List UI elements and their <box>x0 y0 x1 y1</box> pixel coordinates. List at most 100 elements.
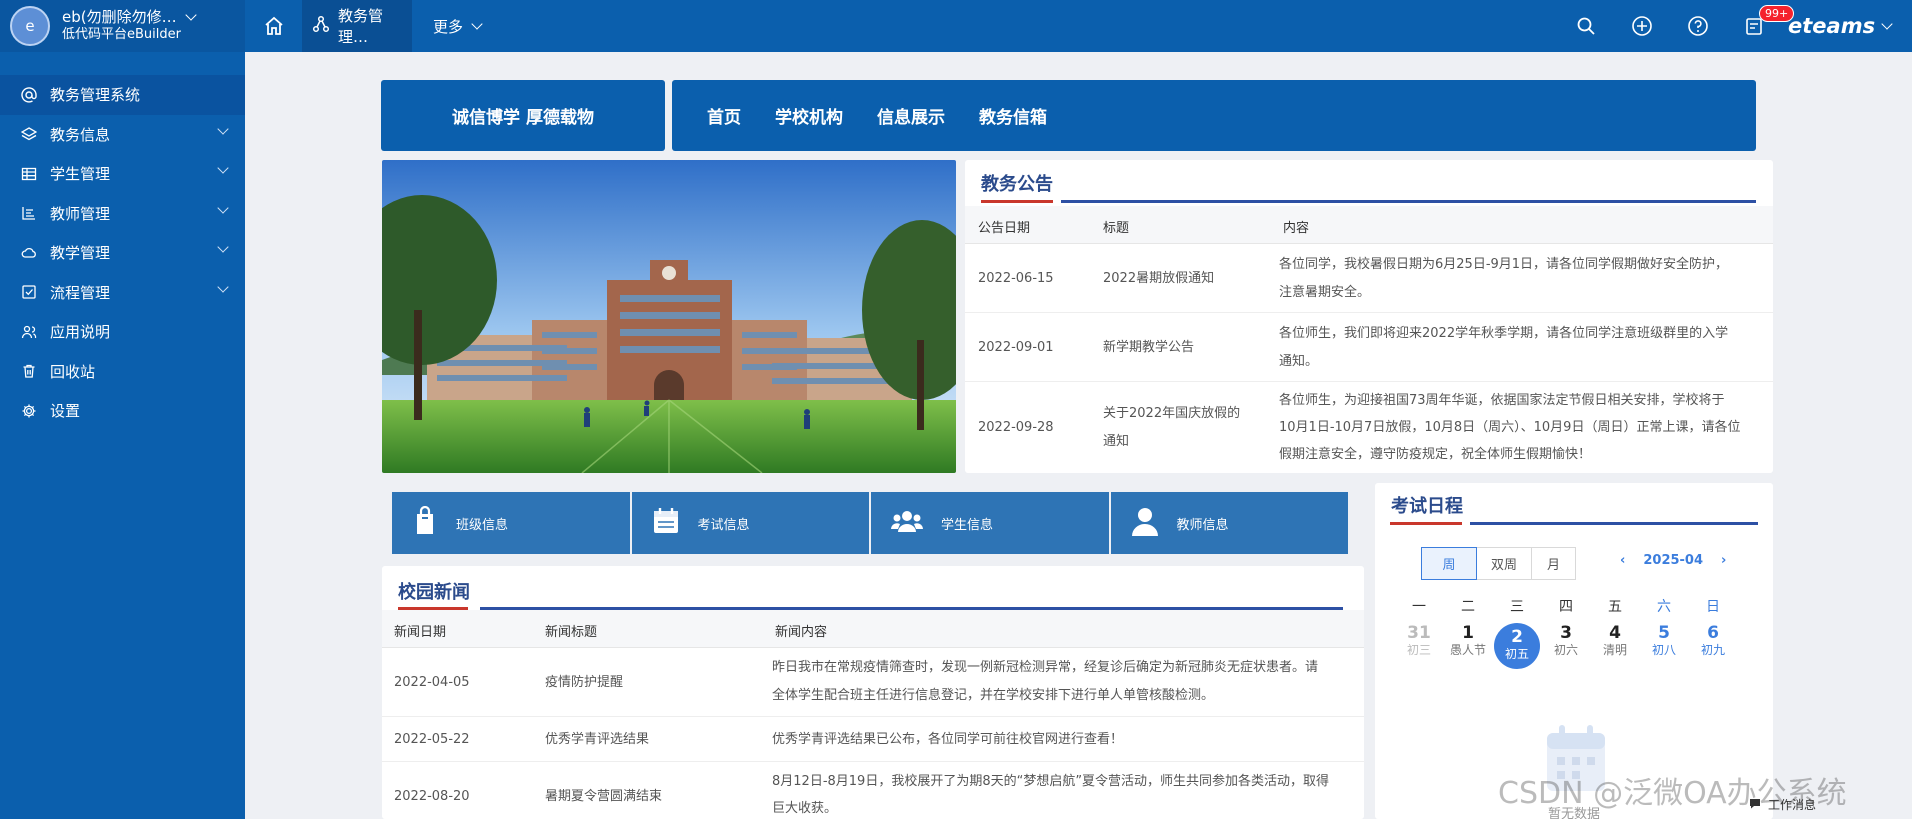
home-icon[interactable] <box>262 14 286 38</box>
notice-table-header: 公告日期 标题 内容 <box>965 206 1773 244</box>
chevron-left-icon[interactable]: ‹ <box>1620 553 1625 568</box>
tile-class-info[interactable]: 班级信息 <box>392 492 630 554</box>
sidebar-item-7[interactable]: 回收站 <box>0 352 245 392</box>
at-icon <box>20 86 38 104</box>
list-icon <box>20 204 38 222</box>
sidebar-item-3[interactable]: 教师管理 <box>0 194 245 234</box>
header-title: 新闻标题 <box>545 625 598 640</box>
tab-academic-affairs[interactable]: 教务管理… <box>302 0 412 52</box>
work-message-button[interactable]: 工作消息 <box>1748 796 1816 813</box>
user-subtitle: 低代码平台eBuilder <box>62 27 181 42</box>
title-underline-red <box>1390 522 1462 525</box>
sidebar-item-label: 教务管理系统 <box>50 86 141 105</box>
avatar[interactable]: e <box>10 6 50 46</box>
sidebar-item-8[interactable]: 设置 <box>0 391 245 431</box>
sidebar-item-label: 学生管理 <box>50 165 111 184</box>
message-icon[interactable]: 99+ <box>1726 0 1795 52</box>
user-menu[interactable]: e eb(勿删除勿修… 低代码平台eBuilder <box>0 0 245 52</box>
school-motto: 诚信博学 厚德载物 <box>381 80 665 151</box>
sidebar-item-1[interactable]: 教务信息 <box>0 115 245 155</box>
work-message-label: 工作消息 <box>1768 798 1817 812</box>
chevron-down-icon <box>217 122 229 135</box>
user-name: eb(勿删除勿修… <box>62 8 177 26</box>
sidebar-item-6[interactable]: 应用说明 <box>0 312 245 352</box>
calendar-day[interactable]: 1 愚人节 <box>1448 623 1488 658</box>
more-menu[interactable]: 更多 <box>433 0 483 52</box>
sidebar-item-label: 教务信息 <box>50 125 111 144</box>
news-panel: 校园新闻 新闻日期 新闻标题 新闻内容 2022-04-05 疫情防护提醒 昨日… <box>382 566 1364 819</box>
sidebar-item-label: 应用说明 <box>50 323 111 342</box>
weekday-label: 五 <box>1608 599 1622 615</box>
news-title: 校园新闻 <box>398 582 470 603</box>
calendar-day-today[interactable]: 2 初五 <box>1494 623 1540 669</box>
weekday-label: 四 <box>1559 599 1573 615</box>
sidebar-item-label: 设置 <box>50 402 81 421</box>
tile-label: 学生信息 <box>941 517 994 533</box>
weekday-label: 一 <box>1412 599 1426 615</box>
table-row[interactable]: 2022-04-05 疫情防护提醒 昨日我市在常规疫情筛查时，发现一例新冠检测异… <box>382 649 1364 717</box>
tile-student-info[interactable]: 学生信息 <box>871 492 1109 554</box>
calendar-day[interactable]: 31 初三 <box>1399 623 1439 658</box>
layers-icon <box>20 125 38 143</box>
header-date: 公告日期 <box>978 221 1031 236</box>
notice-title: 教务公告 <box>981 174 1053 195</box>
sidebar-item-5[interactable]: 流程管理 <box>0 273 245 313</box>
chevron-down-icon <box>217 241 229 253</box>
chevron-down-icon <box>217 280 229 293</box>
tab-label: 教务管理… <box>338 7 384 46</box>
chevron-down-icon <box>217 162 229 174</box>
chat-icon <box>1748 796 1762 813</box>
tile-label: 班级信息 <box>456 517 509 533</box>
header-title: 标题 <box>1103 221 1130 236</box>
gear-icon <box>20 402 38 420</box>
view-month-button[interactable]: 月 <box>1531 547 1576 580</box>
header-content: 内容 <box>1283 221 1310 236</box>
table-row[interactable]: 2022-05-22 优秀学青评选结果 优秀学青评选结果已公布，各位同学可前往校… <box>382 718 1364 762</box>
weekday-label: 三 <box>1510 599 1524 615</box>
portal-nav-institutions[interactable]: 学校机构 <box>775 103 843 128</box>
sidebar-item-2[interactable]: 学生管理 <box>0 154 245 194</box>
add-icon[interactable] <box>1614 0 1670 52</box>
chevron-down-icon <box>471 18 483 30</box>
tile-teacher-info[interactable]: 教师信息 <box>1110 492 1348 554</box>
portal-nav-info[interactable]: 信息展示 <box>877 103 945 128</box>
help-icon[interactable] <box>1670 0 1726 52</box>
exam-title: 考试日程 <box>1391 496 1463 517</box>
users-icon <box>20 323 38 341</box>
view-week-button[interactable]: 周 <box>1421 547 1477 580</box>
table-row[interactable]: 2022-09-28 关于2022年国庆放假的 通知 各位师生，为迎接祖国73周… <box>965 383 1773 473</box>
cloud-icon <box>20 244 38 262</box>
sidebar-item-0[interactable]: 教务管理系统 <box>0 75 245 115</box>
weekday-label: 六 <box>1657 599 1671 615</box>
portal-nav-home[interactable]: 首页 <box>707 103 741 128</box>
table-row[interactable]: 2022-06-15 2022暑期放假通知 各位同学，我校暑假日期为6月25日-… <box>965 245 1773 313</box>
search-icon[interactable] <box>1558 0 1614 52</box>
weekday-label: 二 <box>1461 599 1475 615</box>
view-biweek-button[interactable]: 双周 <box>1476 547 1532 580</box>
table-row[interactable]: 2022-09-01 新学期教学公告 各位师生，我们即将迎来2022学年秋季学期… <box>965 314 1773 382</box>
sidebar-item-label: 流程管理 <box>50 283 111 302</box>
sidebar: 教务管理系统 教务信息 学生管理 教师管理 教学管理 流程管理 应用说明 回收站… <box>0 52 245 819</box>
calendar-day[interactable]: 5 初八 <box>1644 623 1684 658</box>
table-row[interactable]: 2022-08-20 暑期夏令营圆满结束 8月12日-8月19日，我校展开了为期… <box>382 763 1364 819</box>
notice-panel: 教务公告 公告日期 标题 内容 2022-06-15 2022暑期放假通知 各位… <box>965 160 1773 473</box>
sidebar-item-4[interactable]: 教学管理 <box>0 233 245 273</box>
calendar-icon <box>652 507 680 539</box>
header-content: 新闻内容 <box>775 625 828 640</box>
portal-nav-mailbox[interactable]: 教务信箱 <box>979 103 1047 128</box>
bag-icon <box>412 505 438 540</box>
tile-exam-info[interactable]: 考试信息 <box>631 492 869 554</box>
header-date: 新闻日期 <box>394 625 447 640</box>
eteams-logo[interactable]: eteams <box>1782 0 1912 52</box>
title-underline-red <box>981 200 1053 203</box>
current-month: 2025-04 <box>1643 553 1704 568</box>
calendar-day[interactable]: 4 清明 <box>1595 623 1635 658</box>
calendar-day[interactable]: 6 初九 <box>1693 623 1733 658</box>
chevron-right-icon[interactable]: › <box>1721 553 1726 568</box>
chevron-down-icon[interactable] <box>184 9 197 21</box>
sidebar-item-label: 回收站 <box>50 362 96 381</box>
tile-label: 教师信息 <box>1176 517 1229 533</box>
quick-tiles: 班级信息 考试信息 学生信息 教师信息 <box>392 492 1348 554</box>
trash-icon <box>20 362 38 380</box>
calendar-day[interactable]: 3 初六 <box>1546 623 1586 658</box>
